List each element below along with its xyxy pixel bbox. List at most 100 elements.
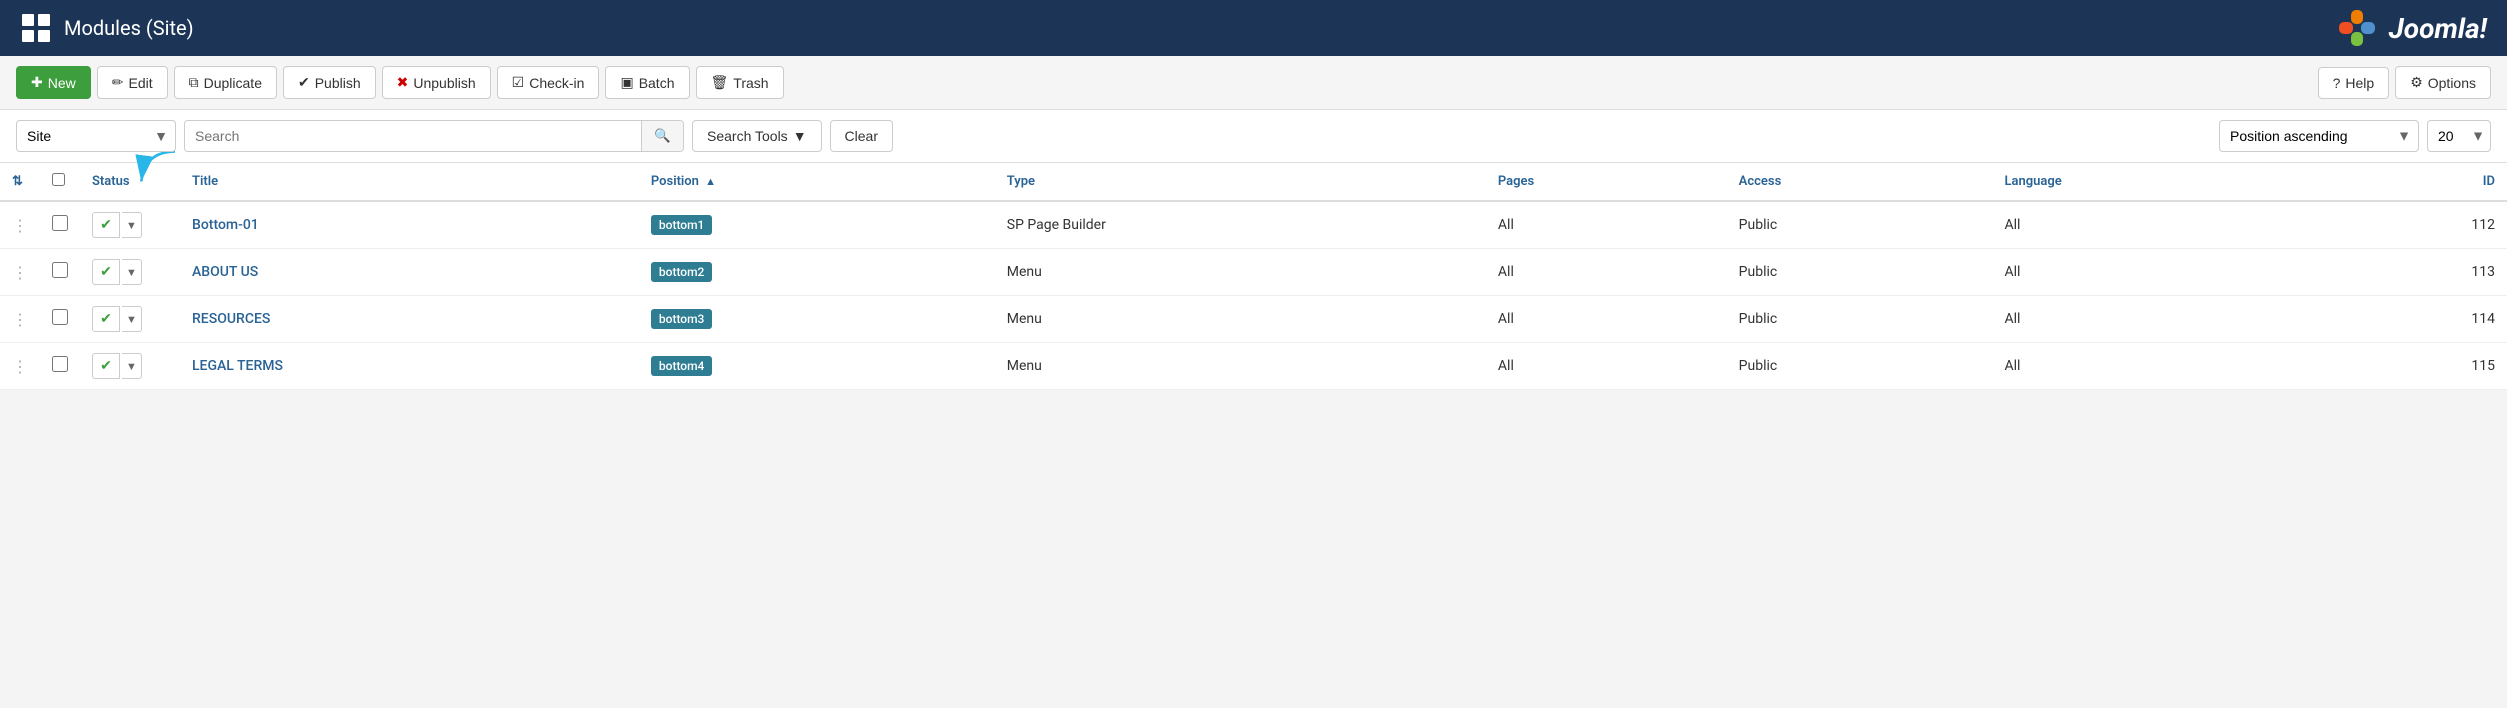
table-header: ⇅ Status Title Position ▲ Type — [0, 163, 2507, 201]
module-title-link[interactable]: Bottom-01 — [192, 217, 259, 233]
dropdown-icon: ▼ — [793, 128, 807, 144]
new-button[interactable]: ✚ New — [16, 66, 91, 99]
sort-rows-icon: ⇅ — [12, 174, 23, 189]
check-cell — [40, 201, 80, 249]
table-row: ⋮ ✔ ▼ RESOURCES bottom3 Menu All Public … — [0, 296, 2507, 343]
title-cell: LEGAL TERMS — [180, 343, 639, 390]
status-dropdown-btn[interactable]: ▼ — [122, 353, 142, 379]
module-title-link[interactable]: ABOUT US — [192, 264, 258, 280]
drag-handle[interactable]: ⋮ — [12, 263, 28, 282]
perpage-select[interactable]: 5 10 15 20 25 50 100 — [2427, 120, 2491, 152]
col-header-access: Access — [1727, 163, 1993, 201]
search-submit-button[interactable]: 🔍 — [641, 121, 683, 151]
language-cell: All — [1993, 201, 2317, 249]
pages-cell: All — [1486, 201, 1727, 249]
drag-cell: ⋮ — [0, 249, 40, 296]
status-cell: ✔ ▼ — [80, 296, 180, 343]
trash-icon: 🗑 — [711, 74, 729, 91]
site-filter-wrap: Site Administrator ▼ — [16, 120, 176, 152]
publish-button[interactable]: ✔ Publish — [283, 66, 376, 99]
row-checkbox[interactable] — [52, 215, 68, 231]
row-checkbox[interactable] — [52, 309, 68, 325]
edit-button[interactable]: ✏ Edit — [97, 66, 168, 99]
status-check-btn[interactable]: ✔ — [92, 259, 120, 285]
duplicate-label: Duplicate — [204, 75, 262, 91]
check-cell — [40, 343, 80, 390]
header: Modules (Site) Joomla! — [0, 0, 2507, 56]
options-button[interactable]: ⚙ Options — [2395, 66, 2491, 99]
drag-handle[interactable]: ⋮ — [12, 216, 28, 235]
site-filter-select[interactable]: Site Administrator — [16, 120, 176, 152]
status-check-btn[interactable]: ✔ — [92, 212, 120, 238]
toolbar-area: ✚ New ✏ Edit ⧉ Duplicate ✔ Publish ✖ Unp… — [0, 56, 2507, 110]
duplicate-button[interactable]: ⧉ Duplicate — [174, 66, 277, 99]
checkin-icon: ☑ — [512, 74, 525, 91]
search-tools-label: Search Tools — [707, 128, 788, 144]
joomla-logo: Joomla! — [2333, 10, 2487, 46]
options-label: Options — [2428, 75, 2476, 91]
position-cell: bottom3 — [639, 296, 995, 343]
col-header-type: Type — [995, 163, 1486, 201]
search-input[interactable] — [185, 121, 641, 151]
row-checkbox[interactable] — [52, 262, 68, 278]
publish-icon: ✔ — [298, 74, 310, 91]
sort-select[interactable]: Position ascending Position descending T… — [2219, 120, 2419, 152]
type-cell: SP Page Builder — [995, 201, 1486, 249]
perpage-select-wrap: 5 10 15 20 25 50 100 ▼ — [2427, 120, 2491, 152]
status-cell: ✔ ▼ — [80, 343, 180, 390]
drag-handle[interactable]: ⋮ — [12, 357, 28, 376]
col-header-position[interactable]: Position ▲ — [639, 163, 995, 201]
pages-col-label: Pages — [1498, 174, 1534, 189]
table-row: ⋮ ✔ ▼ ABOUT US bottom2 Menu All Public A… — [0, 249, 2507, 296]
table-row: ⋮ ✔ ▼ LEGAL TERMS bottom4 Menu All Publi… — [0, 343, 2507, 390]
edit-label: Edit — [128, 75, 152, 91]
unpublish-button[interactable]: ✖ Unpublish — [382, 66, 491, 99]
select-all-checkbox[interactable] — [52, 173, 65, 186]
access-cell: Public — [1727, 296, 1993, 343]
batch-button[interactable]: ▣ Batch — [605, 66, 689, 99]
col-header-drag: ⇅ — [0, 163, 40, 201]
status-dropdown-btn[interactable]: ▼ — [122, 306, 142, 332]
title-cell: RESOURCES — [180, 296, 639, 343]
header-left: Modules (Site) — [20, 12, 194, 44]
status-check-btn[interactable]: ✔ — [92, 353, 120, 379]
checkin-button[interactable]: ☑ Check-in — [497, 66, 600, 99]
new-label: New — [48, 75, 76, 91]
col-header-check — [40, 163, 80, 201]
row-checkbox[interactable] — [52, 356, 68, 372]
search-tools-button[interactable]: Search Tools ▼ — [692, 120, 822, 152]
type-col-label: Type — [1007, 174, 1035, 189]
col-header-pages: Pages — [1486, 163, 1727, 201]
position-cell: bottom2 — [639, 249, 995, 296]
status-dropdown-btn[interactable]: ▼ — [122, 259, 142, 285]
module-title-link[interactable]: LEGAL TERMS — [192, 358, 283, 374]
table-row: ⋮ ✔ ▼ Bottom-01 bottom1 SP Page Builder … — [0, 201, 2507, 249]
drag-cell: ⋮ — [0, 343, 40, 390]
toolbar-left: ✚ New ✏ Edit ⧉ Duplicate ✔ Publish ✖ Unp… — [16, 66, 784, 99]
drag-cell: ⋮ — [0, 296, 40, 343]
drag-handle[interactable]: ⋮ — [12, 310, 28, 329]
plus-icon: ✚ — [31, 74, 43, 91]
access-col-label: Access — [1739, 174, 1782, 189]
col-header-language: Language — [1993, 163, 2317, 201]
search-icon: 🔍 — [654, 128, 671, 143]
trash-button[interactable]: 🗑 Trash — [696, 66, 784, 99]
check-cell — [40, 296, 80, 343]
status-btn-group: ✔ ▼ — [92, 306, 168, 332]
filter-right: Position ascending Position descending T… — [2219, 120, 2491, 152]
clear-button[interactable]: Clear — [830, 120, 893, 152]
position-cell: bottom1 — [639, 201, 995, 249]
toolbar-right: ? Help ⚙ Options — [2318, 66, 2491, 99]
status-dropdown-btn[interactable]: ▼ — [122, 212, 142, 238]
help-label: Help — [2345, 75, 2374, 91]
id-cell: 115 — [2317, 343, 2507, 390]
table-header-row: ⇅ Status Title Position ▲ Type — [0, 163, 2507, 201]
help-button[interactable]: ? Help — [2318, 67, 2390, 99]
id-cell: 112 — [2317, 201, 2507, 249]
title-cell: Bottom-01 — [180, 201, 639, 249]
position-col-label: Position — [651, 174, 699, 189]
status-check-btn[interactable]: ✔ — [92, 306, 120, 332]
id-cell: 113 — [2317, 249, 2507, 296]
module-title-link[interactable]: RESOURCES — [192, 311, 270, 327]
access-cell: Public — [1727, 343, 1993, 390]
